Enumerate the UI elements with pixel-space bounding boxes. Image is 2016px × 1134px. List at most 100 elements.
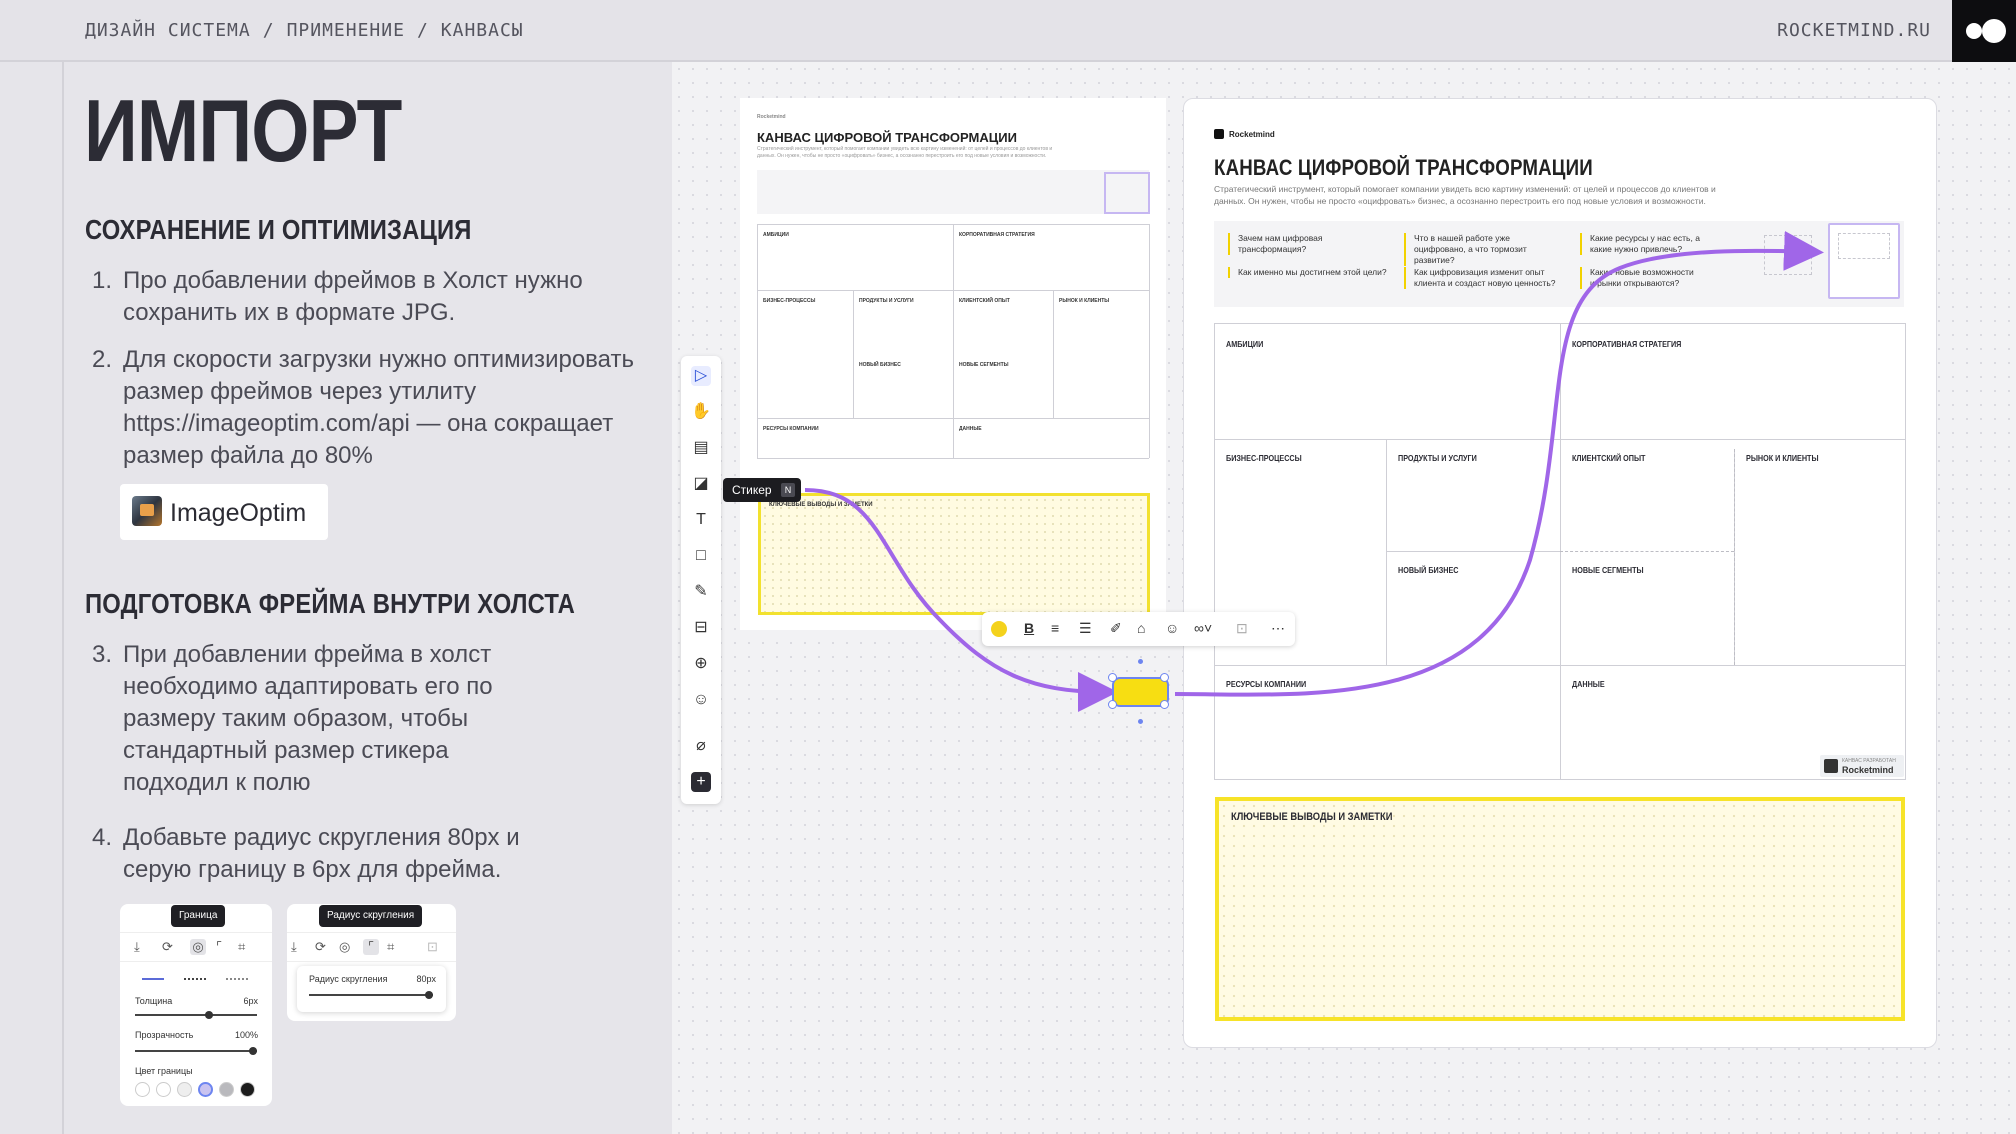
- imageoptim-app-icon: [132, 496, 162, 526]
- select-tool-icon[interactable]: ▷: [691, 366, 711, 386]
- thickness-label: Толщина: [135, 996, 173, 1006]
- resize-handle[interactable]: [1108, 673, 1117, 682]
- brand-label: Rocketmind: [757, 114, 786, 120]
- notes-area-large[interactable]: КЛЮЧЕВЫЕ ВЫВОДЫ И ЗАМЕТКИ: [1215, 797, 1905, 1021]
- opacity-value: 100%: [234, 1030, 258, 1040]
- opacity-slider[interactable]: [135, 1047, 257, 1055]
- more-icon[interactable]: ⋯: [1271, 620, 1285, 637]
- brand-label: Rocketmind: [1214, 129, 1275, 139]
- cell-title: РЫНОК И КЛИЕНТЫ: [1059, 298, 1110, 304]
- color-swatch-selected[interactable]: [198, 1082, 213, 1097]
- breadcrumb-item[interactable]: ПРИМЕНЕНИЕ: [287, 20, 405, 41]
- emoji-icon[interactable]: ☺: [1165, 620, 1179, 636]
- bold-icon[interactable]: B: [1024, 620, 1034, 636]
- shape-tool-icon[interactable]: □: [691, 546, 711, 566]
- cell-title: НОВЫЙ БИЗНЕС: [859, 362, 901, 368]
- highlight-icon[interactable]: ✐: [1110, 620, 1122, 637]
- line-style-dotted[interactable]: [184, 978, 206, 980]
- shortcut-key: N: [781, 483, 795, 497]
- line-style-dashed[interactable]: [226, 978, 248, 980]
- border-settings-screenshot: Граница ⤓ ⟳ ◎ ⌜ ⌗ Толщина 6px Прозрачнос…: [120, 904, 272, 1106]
- refresh-icon[interactable]: ⟳: [162, 939, 173, 955]
- cell-title: НОВЫЙ БИЗНЕС: [1398, 565, 1459, 575]
- cell-title: КОРПОРАТИВНАЯ СТРАТЕГИЯ: [1572, 339, 1682, 349]
- border-icon[interactable]: ◎: [190, 939, 206, 955]
- cell-title: БИЗНЕС-ПРОЦЕССЫ: [1226, 453, 1302, 463]
- radius-popover: Радиус скругления 80px: [297, 966, 446, 1012]
- resize-handle[interactable]: [1160, 673, 1169, 682]
- resize-handle[interactable]: [1108, 700, 1117, 709]
- text-tool-icon[interactable]: T: [691, 510, 711, 530]
- resize-handle[interactable]: [1160, 700, 1169, 709]
- canvas-badge: КАНВАС РАЗРАБОТАН Rocketmind: [1820, 755, 1904, 777]
- rocketmind-logo-icon: [1952, 0, 2016, 62]
- align-icon[interactable]: ≡: [1051, 620, 1059, 636]
- crop-icon[interactable]: ⌗: [387, 939, 394, 955]
- hand-tool-icon[interactable]: ✋: [691, 402, 711, 422]
- color-swatch[interactable]: [240, 1082, 255, 1097]
- list-number: 1.: [92, 267, 113, 294]
- border-icon[interactable]: ◎: [339, 939, 350, 955]
- cell-title: РЕСУРСЫ КОМПАНИИ: [1226, 679, 1307, 689]
- cell-title: НОВЫЕ СЕГМЕНТЫ: [1572, 565, 1644, 575]
- list-number: 4.: [92, 824, 113, 851]
- radius-label: Радиус скругления: [309, 974, 388, 984]
- template-tool-icon[interactable]: ⊟: [691, 618, 711, 638]
- crop-icon[interactable]: ⌗: [238, 939, 245, 955]
- radius-value: 80px: [416, 974, 436, 984]
- color-swatch[interactable]: [177, 1082, 192, 1097]
- attach-tool-icon[interactable]: ⌀: [691, 736, 711, 756]
- color-swatch-none[interactable]: [135, 1082, 150, 1097]
- color-picker-icon[interactable]: [991, 621, 1007, 637]
- emoji-tool-icon[interactable]: ☺: [691, 690, 711, 710]
- tooltip: Радиус скругления: [319, 905, 423, 927]
- cell-title: ДАННЫЕ: [959, 426, 982, 432]
- frame-toolbar: ⤓ ⟳ ◎ ⌜ ⌗: [120, 932, 272, 962]
- qr-placeholder-selected[interactable]: [1828, 223, 1900, 299]
- question: Что в нашей работе уже оцифровано, а что…: [1404, 233, 1564, 266]
- rotate-handle[interactable]: [1138, 659, 1143, 664]
- imageoptim-button[interactable]: ImageOptim: [120, 484, 328, 540]
- list-text: Добавьте радиус скругления 80px и серую …: [123, 824, 520, 883]
- link-icon[interactable]: ∞˅: [1194, 620, 1212, 636]
- line-style-solid[interactable]: [142, 978, 164, 980]
- color-swatch[interactable]: [156, 1082, 171, 1097]
- canvas-frame-large[interactable]: Rocketmind КАНВАС ЦИФРОВОЙ ТРАНСФОРМАЦИИ…: [1183, 98, 1937, 1048]
- lock-icon[interactable]: ⊡: [427, 939, 438, 955]
- pen-tool-icon[interactable]: ✎: [691, 582, 711, 602]
- radius-slider[interactable]: [309, 991, 433, 999]
- cell-title: ПРОДУКТЫ И УСЛУГИ: [1398, 453, 1477, 463]
- question: Зачем нам цифровая трансформация?: [1228, 233, 1388, 255]
- list-icon[interactable]: ☰: [1079, 620, 1092, 637]
- add-tool-icon[interactable]: +: [691, 772, 711, 792]
- frame-tool-icon[interactable]: ▤: [691, 438, 711, 458]
- breadcrumb-item[interactable]: ДИЗАЙН СИСТЕМА: [85, 20, 251, 41]
- connector-handle[interactable]: [1138, 719, 1143, 724]
- breadcrumb-separator: /: [416, 20, 429, 41]
- comment-tool-icon[interactable]: ⊕: [691, 654, 711, 674]
- tag-icon[interactable]: ⌂: [1137, 620, 1145, 636]
- refresh-icon[interactable]: ⟳: [315, 939, 326, 955]
- color-swatch[interactable]: [219, 1082, 234, 1097]
- thickness-slider[interactable]: [135, 1011, 257, 1019]
- imageoptim-label: ImageOptim: [170, 499, 307, 527]
- site-link[interactable]: ROCKETMIND.RU: [1777, 20, 1931, 41]
- download-icon[interactable]: ⤓: [134, 939, 140, 955]
- cell-title: ПРОДУКТЫ И УСЛУГИ: [859, 298, 914, 304]
- lock-icon[interactable]: ⊡: [1236, 620, 1248, 637]
- breadcrumb-item[interactable]: КАНВАСЫ: [441, 20, 524, 41]
- notes-title: КЛЮЧЕВЫЕ ВЫВОДЫ И ЗАМЕТКИ: [1231, 811, 1393, 823]
- cell-title: ДАННЫЕ: [1572, 679, 1605, 689]
- border-color-label: Цвет границы: [135, 1066, 193, 1076]
- canvas-frame-small[interactable]: Rocketmind КАНВАС ЦИФРОВОЙ ТРАНСФОРМАЦИИ…: [740, 98, 1166, 630]
- radius-icon[interactable]: ⌜: [363, 939, 379, 955]
- badge-caption: КАНВАС РАЗРАБОТАН: [1842, 758, 1896, 764]
- context-toolbar: B ≡ ☰ ✐ ⌂ ☺ ∞˅ ⊡ ⋯: [982, 612, 1295, 646]
- list-number: 2.: [92, 346, 113, 373]
- sticker-tool-icon[interactable]: ◪: [691, 474, 711, 494]
- cell-title: БИЗНЕС-ПРОЦЕССЫ: [763, 298, 816, 304]
- download-icon[interactable]: ⤓: [291, 939, 297, 955]
- radius-icon[interactable]: ⌜: [216, 939, 222, 955]
- list-text: Для скорости загрузки нужно оптимизирова…: [123, 346, 634, 469]
- notes-area-small[interactable]: КЛЮЧЕВЫЕ ВЫВОДЫ И ЗАМЕТКИ: [758, 493, 1150, 615]
